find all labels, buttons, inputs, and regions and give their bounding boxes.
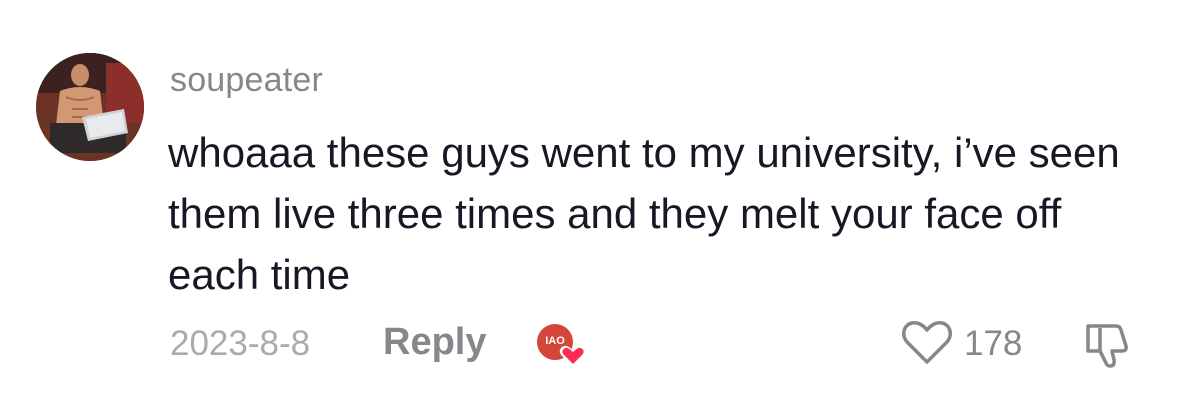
comment-date: 2023-8-8: [170, 324, 311, 363]
creator-badge-text: IAO: [545, 335, 565, 347]
like-button[interactable]: 178: [900, 318, 1040, 368]
comment-text: whoaaa these guys went to my university,…: [168, 129, 1120, 298]
heart-outline-icon: [902, 321, 952, 364]
thumbs-down-outline-icon: [1086, 324, 1128, 368]
dislike-button[interactable]: [1080, 318, 1134, 372]
comment-actions: 2023-8-8 Reply IAO 178: [0, 312, 1179, 376]
liked-by-creator-badge: IAO: [533, 318, 593, 374]
comment-item: soupeater whoaaa these guys went to my u…: [0, 0, 1179, 401]
comment-username[interactable]: soupeater: [170, 58, 323, 102]
like-count: 178: [964, 324, 1023, 363]
avatar[interactable]: [36, 53, 144, 161]
reply-button[interactable]: Reply: [383, 320, 486, 364]
